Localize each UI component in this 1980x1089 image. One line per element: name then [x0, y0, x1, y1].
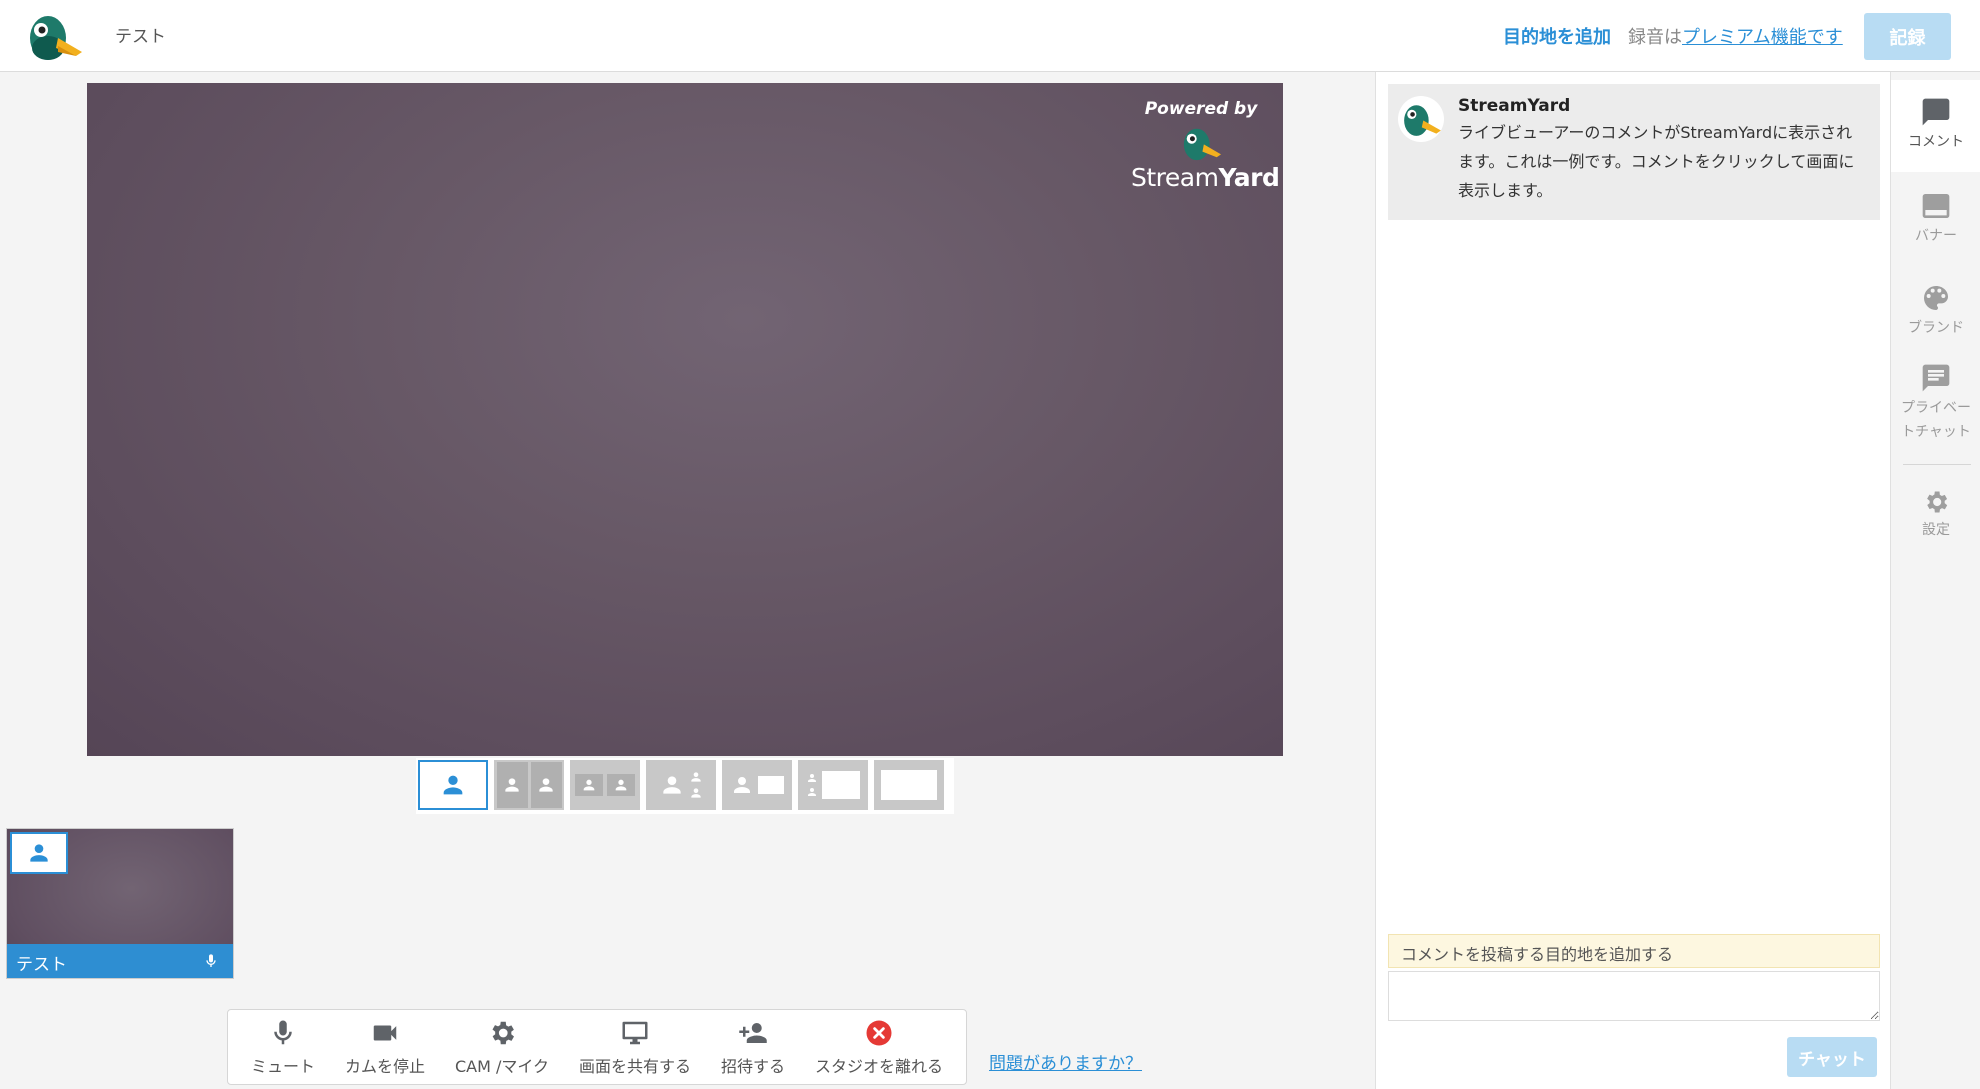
- stop-cam-button[interactable]: カムを停止: [345, 1018, 425, 1077]
- participant-name-bar: テスト: [7, 944, 233, 978]
- add-destination-notice: コメントを投稿する目的地を追加する: [1388, 934, 1880, 968]
- record-button[interactable]: 記録: [1864, 13, 1951, 60]
- tab-private-chat[interactable]: プライベートチャット: [1891, 356, 1980, 444]
- person-icon: [663, 776, 681, 794]
- layout-two-split-button[interactable]: [494, 760, 564, 810]
- recording-premium-note: 録音はプレミアム機能です: [1628, 23, 1843, 49]
- person-icon: [443, 775, 463, 795]
- person-icon: [539, 778, 553, 792]
- comment-author: StreamYard: [1458, 96, 1571, 116]
- tab-banners-label: バナー: [1915, 228, 1957, 244]
- comment-icon: [1922, 98, 1950, 126]
- close-circle-icon: [866, 1020, 892, 1045]
- leave-studio-label: スタジオを離れる: [814, 1056, 943, 1076]
- layout-leader-button[interactable]: [646, 760, 716, 810]
- tab-settings-label: 設定: [1922, 522, 1950, 538]
- studio-controls: ミュート カムを停止 CAM /マイク 画面を共有する 招待する スタジオを離れ…: [227, 1009, 967, 1085]
- mute-button[interactable]: ミュート: [251, 1018, 315, 1077]
- gear-icon: [492, 1021, 514, 1044]
- duck-logo-icon: [1404, 105, 1441, 136]
- broadcast-stage[interactable]: Powered by StreamYard: [87, 83, 1283, 756]
- monitor-icon: [622, 1021, 648, 1044]
- layout-solo-button[interactable]: [418, 760, 488, 810]
- screen-rect-icon: [822, 771, 860, 799]
- person-icon: [734, 777, 750, 793]
- microphone-icon: [274, 1020, 292, 1044]
- top-header: テスト 目的地を追加 録音はプレミアム機能です 記録: [0, 0, 1980, 72]
- tab-comments-label: コメント: [1908, 134, 1964, 150]
- person-icon: [615, 779, 627, 791]
- layout-fullscreen-button[interactable]: [874, 760, 944, 810]
- tab-banners[interactable]: バナー: [1891, 182, 1980, 248]
- rail-divider: [1903, 464, 1971, 465]
- chat-icon: [1922, 364, 1950, 392]
- layout-screen-thumbs-button[interactable]: [798, 760, 868, 810]
- chat-send-button[interactable]: チャット: [1787, 1037, 1877, 1077]
- person-icon: [30, 844, 48, 862]
- tab-settings[interactable]: 設定: [1891, 484, 1980, 542]
- person-icon: [691, 772, 701, 782]
- mute-label: ミュート: [250, 1056, 315, 1076]
- person-icon: [808, 774, 816, 782]
- comment-item[interactable]: StreamYard ライブビューアーのコメントがStreamYardに表示され…: [1388, 84, 1880, 220]
- stop-cam-label: カムを停止: [344, 1056, 425, 1076]
- layout-screen-side-button[interactable]: [722, 760, 792, 810]
- microphone-icon[interactable]: [203, 950, 219, 972]
- participant-name: テスト: [16, 955, 67, 975]
- cam-mic-settings-button[interactable]: CAM /マイク: [455, 1018, 549, 1077]
- person-icon: [691, 788, 701, 798]
- person-icon: [505, 778, 519, 792]
- comments-panel: StreamYard ライブビューアーのコメントがStreamYardに表示され…: [1375, 72, 1890, 1089]
- chat-input[interactable]: [1388, 971, 1880, 1021]
- tab-brand-label: ブランド: [1908, 320, 1964, 336]
- screen-rect-icon: [881, 770, 937, 800]
- add-person-icon: [739, 1022, 767, 1043]
- person-icon: [583, 779, 595, 791]
- tab-brand[interactable]: ブランド: [1891, 274, 1980, 340]
- premium-feature-link[interactable]: プレミアム機能です: [1682, 27, 1843, 48]
- help-link[interactable]: 問題がありますか？: [989, 1049, 1142, 1074]
- comment-text: ライブビューアーのコメントがStreamYardに表示されます。これは一例です。…: [1458, 123, 1855, 200]
- layout-picker: [416, 758, 954, 814]
- gear-icon: [1927, 491, 1948, 513]
- tab-private-chat-label: プライベートチャット: [1901, 400, 1971, 440]
- streamyard-logo[interactable]: [24, 8, 84, 64]
- recording-note-prefix: 録音は: [1628, 27, 1682, 48]
- invite-label: 招待する: [721, 1056, 786, 1076]
- cam-mic-label: CAM /マイク: [454, 1056, 550, 1076]
- add-destination-link[interactable]: 目的地を追加: [1503, 23, 1611, 49]
- broadcast-title[interactable]: テスト: [115, 22, 166, 47]
- duck-logo-icon: [1183, 128, 1221, 161]
- avatar: [1398, 96, 1444, 142]
- powered-by-watermark: Powered by StreamYard: [1131, 99, 1280, 192]
- invite-button[interactable]: 招待する: [721, 1018, 785, 1077]
- leave-studio-button[interactable]: スタジオを離れる: [815, 1018, 943, 1077]
- brand-part1: Stream: [1131, 163, 1219, 192]
- add-to-stage-button[interactable]: [10, 832, 68, 874]
- screen-rect-icon: [758, 776, 784, 794]
- brand-part2: Yard: [1218, 163, 1280, 192]
- brand-wordmark: StreamYard: [1131, 163, 1280, 192]
- side-tab-rail: コメント バナー ブランド プライベートチャット 設定: [1890, 72, 1980, 1089]
- participant-thumbnail[interactable]: テスト: [6, 828, 234, 979]
- palette-icon: [1924, 286, 1948, 310]
- banner-icon: [1922, 194, 1950, 218]
- tab-comments[interactable]: コメント: [1891, 80, 1980, 172]
- video-camera-icon: [373, 1025, 397, 1040]
- share-screen-label: 画面を共有する: [579, 1056, 692, 1076]
- share-screen-button[interactable]: 画面を共有する: [579, 1018, 691, 1077]
- powered-by-text: Powered by: [1144, 99, 1258, 119]
- person-icon: [808, 788, 816, 796]
- layout-two-group-button[interactable]: [570, 760, 640, 810]
